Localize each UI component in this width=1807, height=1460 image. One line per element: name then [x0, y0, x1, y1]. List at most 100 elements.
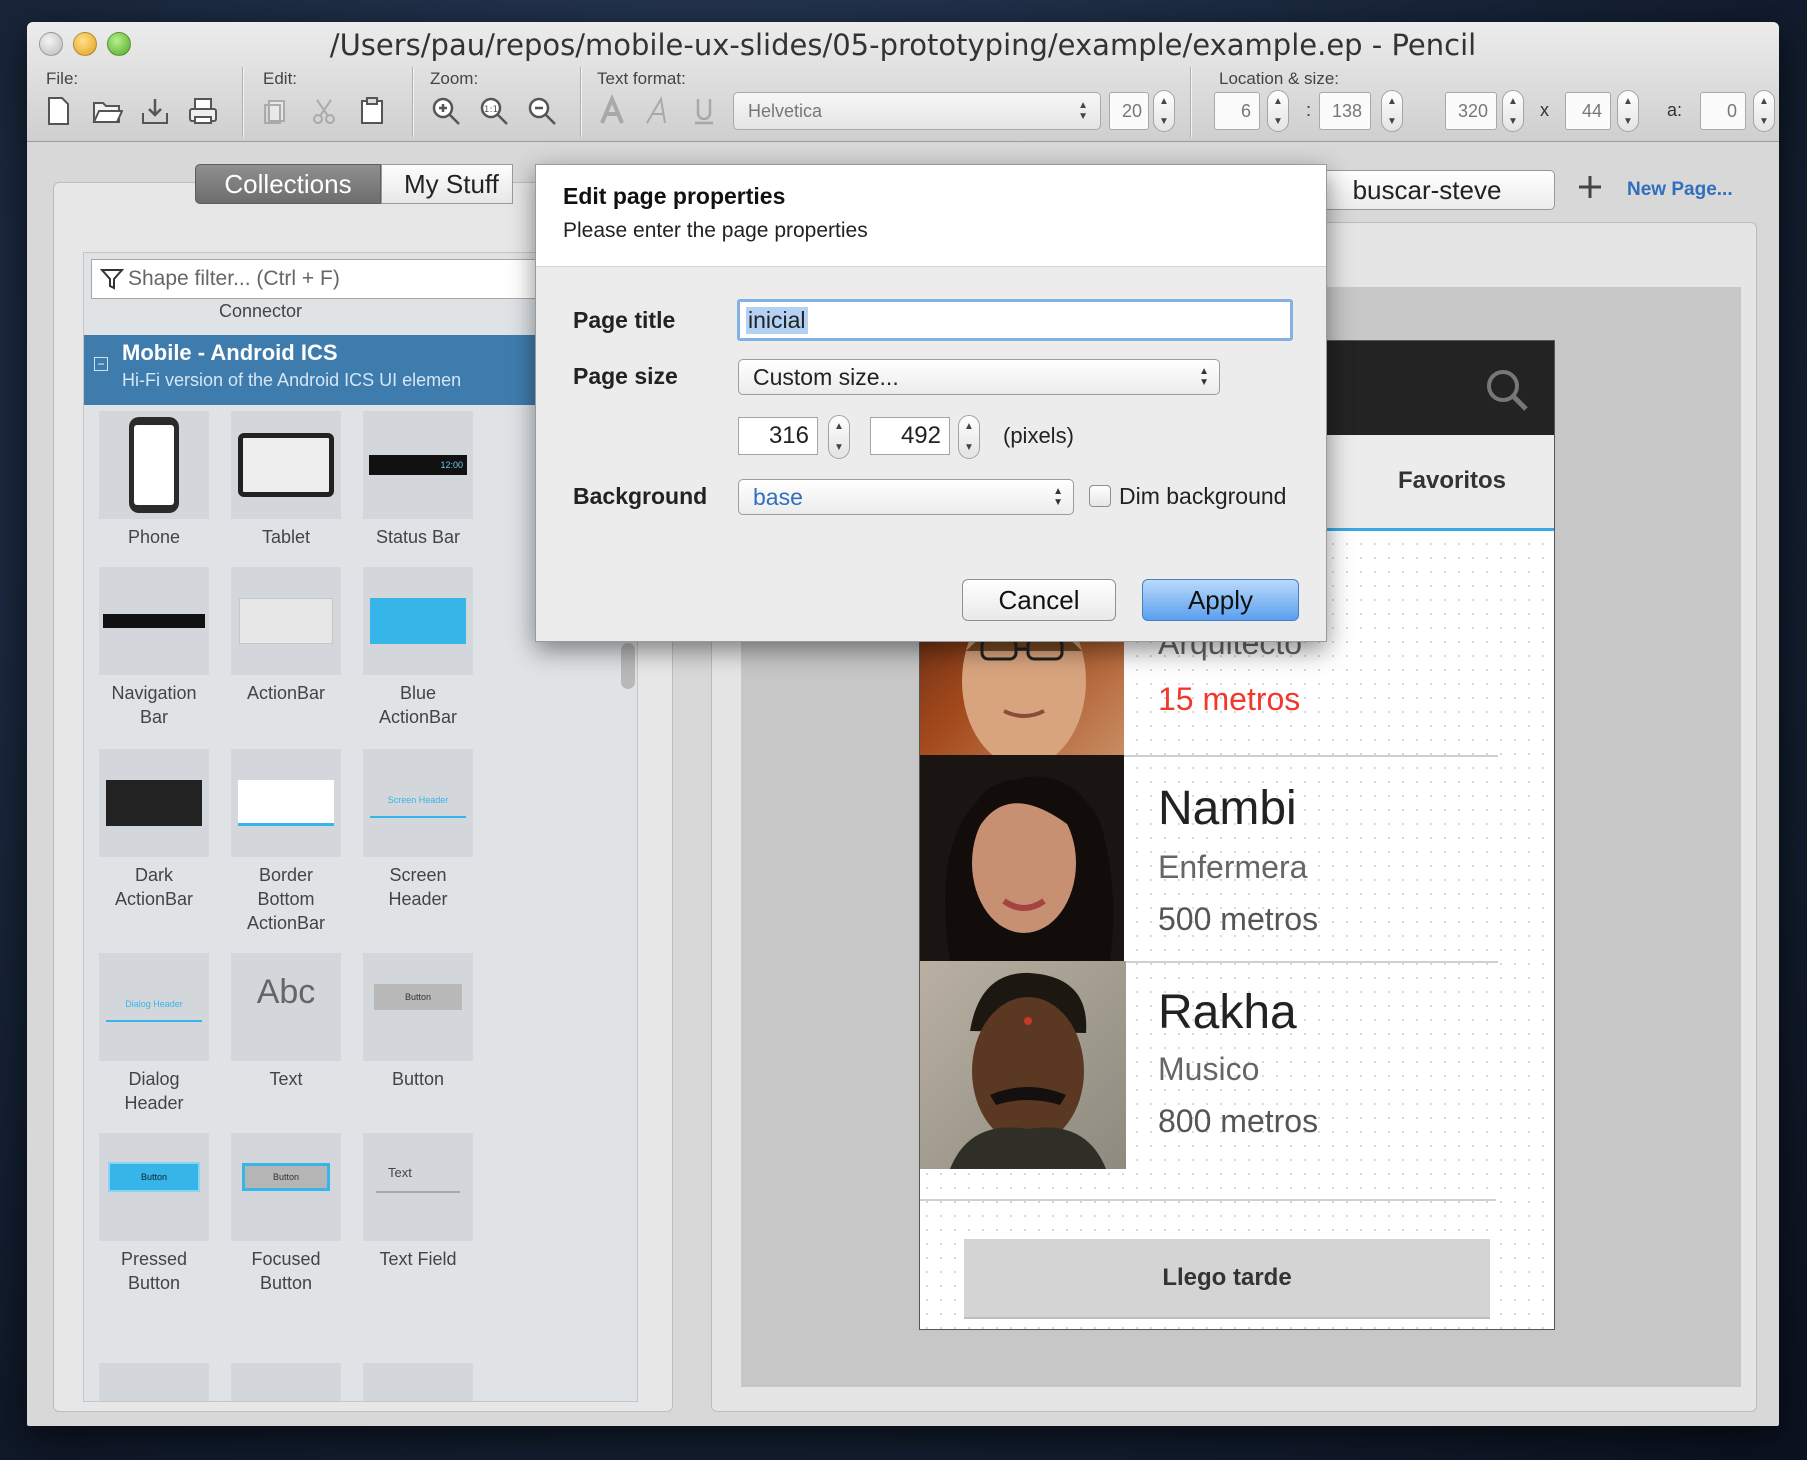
- font-size-field[interactable]: 20: [1109, 92, 1149, 130]
- new-document-icon[interactable]: [39, 92, 77, 130]
- page-tab-buscar-steve[interactable]: buscar-steve: [1299, 170, 1555, 210]
- titlebar: /Users/pau/repos/mobile-ux-slides/05-pro…: [27, 22, 1779, 142]
- avatar: [920, 755, 1124, 961]
- width-field[interactable]: 320: [1445, 92, 1497, 130]
- underline-icon[interactable]: [685, 92, 723, 130]
- page-width-stepper[interactable]: ▲ ▼: [828, 415, 850, 459]
- wh-separator: x: [1540, 100, 1549, 120]
- phone-thumb-icon: [129, 417, 179, 513]
- connector-label: Connector: [218, 301, 303, 321]
- page-title-value: inicial: [746, 306, 808, 334]
- tab-collections[interactable]: Collections: [195, 164, 381, 204]
- save-icon[interactable]: [136, 92, 174, 130]
- shape-filter-placeholder: Shape filter... (Ctrl + F): [128, 267, 340, 290]
- zoom-in-icon[interactable]: [427, 92, 465, 130]
- collapse-icon[interactable]: −: [94, 357, 108, 371]
- shape-label: Navigation Bar: [111, 683, 197, 727]
- dim-background-checkbox[interactable]: [1089, 485, 1111, 507]
- status-bar-thumb-icon: 12:00: [369, 455, 467, 475]
- shape-tablet[interactable]: Tablet: [231, 411, 341, 549]
- x-stepper[interactable]: ▲ ▼: [1267, 90, 1289, 132]
- shape-navigation-bar[interactable]: Navigation Bar: [99, 567, 209, 729]
- copy-icon[interactable]: [257, 92, 295, 130]
- shape-focused-button[interactable]: Button Focused Button: [231, 1133, 341, 1295]
- zoom-actual-size-icon[interactable]: 1:1: [475, 92, 513, 130]
- shape-pressed-button[interactable]: Button Pressed Button: [99, 1133, 209, 1295]
- shape-phone[interactable]: Phone: [99, 411, 209, 549]
- background-select[interactable]: base ▲ ▼: [738, 479, 1074, 515]
- edit-group-label: Edit:: [263, 69, 298, 88]
- select-arrows-icon: ▲ ▼: [1078, 100, 1088, 122]
- shape-dialog-header[interactable]: Dialog Header Dialog Header: [99, 953, 209, 1115]
- shape-screen-header[interactable]: Screen Header Screen Header: [363, 749, 473, 911]
- page-title-input[interactable]: inicial: [737, 299, 1293, 341]
- background-label: Background: [573, 483, 708, 509]
- screen-header-thumb-icon: Screen Header: [370, 788, 466, 818]
- dim-background-label: Dim background: [1119, 483, 1287, 509]
- shape-label: ActionBar: [246, 683, 326, 703]
- shape-partial[interactable]: [363, 1363, 473, 1401]
- open-folder-icon[interactable]: [88, 92, 126, 130]
- shape-partial[interactable]: [99, 1363, 209, 1401]
- font-family-select[interactable]: Helvetica ▲ ▼: [733, 92, 1101, 130]
- zoom-out-icon[interactable]: [523, 92, 561, 130]
- add-page-icon[interactable]: [1575, 172, 1605, 202]
- page-height-field[interactable]: 492: [870, 417, 950, 455]
- angle-field[interactable]: 0: [1700, 92, 1746, 130]
- person-photo-icon: [945, 776, 1114, 961]
- dialog-subtitle: Please enter the page properties: [563, 219, 868, 242]
- bold-a-icon[interactable]: [593, 92, 631, 130]
- edit-page-properties-dialog: Edit page properties Please enter the pa…: [535, 164, 1327, 642]
- font-family-value: Helvetica: [748, 100, 823, 121]
- shape-blue-actionbar[interactable]: Blue ActionBar: [363, 567, 473, 729]
- dialog-header: Edit page properties Please enter the pa…: [536, 165, 1326, 267]
- angle-stepper[interactable]: ▲ ▼: [1753, 90, 1775, 132]
- shape-dark-actionbar[interactable]: Dark ActionBar: [99, 749, 209, 911]
- shape-label: Border Bottom ActionBar: [246, 865, 326, 933]
- navigation-bar-thumb-icon: [103, 614, 205, 628]
- y-field[interactable]: 138: [1319, 92, 1371, 130]
- late-button[interactable]: Llego tarde: [964, 1239, 1490, 1319]
- shape-text-field[interactable]: Text Text Field: [363, 1133, 473, 1271]
- paste-icon[interactable]: [353, 92, 391, 130]
- shape-status-bar[interactable]: 12:00 Status Bar: [363, 411, 473, 549]
- shape-text[interactable]: Abc Text: [231, 953, 341, 1091]
- tablet-thumb-icon: [238, 433, 334, 497]
- filter-icon: [100, 269, 124, 290]
- x-field[interactable]: 6: [1214, 92, 1260, 130]
- page-size-select[interactable]: Custom size... ▲ ▼: [738, 359, 1220, 395]
- cancel-button[interactable]: Cancel: [962, 579, 1116, 621]
- shape-button[interactable]: Button Button: [363, 953, 473, 1091]
- width-stepper[interactable]: ▲ ▼: [1502, 90, 1524, 132]
- print-icon[interactable]: [184, 92, 222, 130]
- shape-label: Screen Header: [388, 865, 448, 909]
- person-role: Musico: [1158, 1051, 1260, 1087]
- height-field[interactable]: 44: [1565, 92, 1611, 130]
- shape-border-bottom-actionbar[interactable]: Border Bottom ActionBar: [231, 749, 341, 935]
- tab-favoritos[interactable]: Favoritos: [1398, 467, 1506, 495]
- height-stepper[interactable]: ▲ ▼: [1617, 90, 1639, 132]
- font-size-stepper[interactable]: ▲ ▼: [1153, 90, 1175, 132]
- shape-partial[interactable]: [231, 1363, 341, 1401]
- page-size-value: Custom size...: [753, 363, 899, 390]
- shape-label: Tablet: [261, 527, 311, 547]
- shape-actionbar[interactable]: ActionBar: [231, 567, 341, 705]
- focused-button-thumb-icon: Button: [242, 1163, 330, 1191]
- italic-a-icon[interactable]: [639, 92, 677, 130]
- apply-button[interactable]: Apply: [1142, 579, 1299, 621]
- search-icon[interactable]: [1484, 367, 1530, 413]
- new-page-link[interactable]: New Page...: [1627, 179, 1733, 201]
- svg-text:1:1: 1:1: [484, 105, 498, 115]
- xy-separator: :: [1306, 100, 1312, 120]
- avatar: [920, 961, 1126, 1169]
- actionbar-thumb-icon: [239, 598, 333, 644]
- page-height-stepper[interactable]: ▲ ▼: [958, 415, 980, 459]
- cut-icon[interactable]: [305, 92, 343, 130]
- y-stepper[interactable]: ▲ ▼: [1381, 90, 1403, 132]
- shape-list-scrollbar[interactable]: [621, 643, 635, 689]
- angle-label: a:: [1667, 100, 1683, 120]
- shape-label: Dark ActionBar: [114, 865, 194, 909]
- button-thumb-icon: Button: [374, 984, 462, 1010]
- tab-my-stuff[interactable]: My Stuff: [381, 164, 513, 204]
- page-width-field[interactable]: 316: [738, 417, 818, 455]
